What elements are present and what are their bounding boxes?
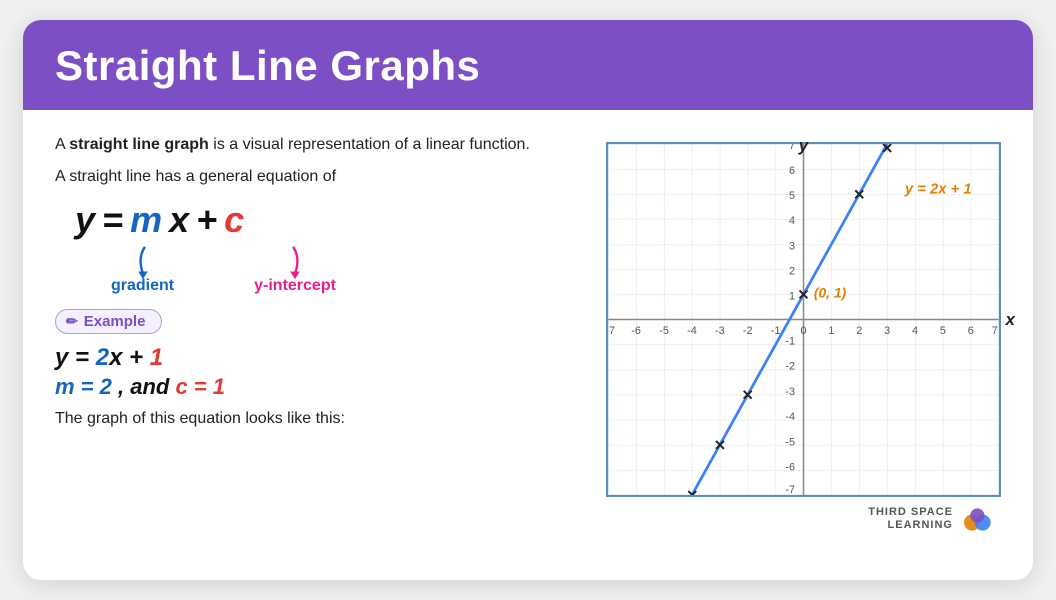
logo-row: THIRD SPACE LEARNING — [868, 503, 1001, 535]
svg-text:-5: -5 — [785, 437, 795, 449]
svg-text:1: 1 — [828, 325, 834, 337]
svg-text:5: 5 — [940, 325, 946, 337]
left-panel: A straight line graph is a visual repres… — [55, 132, 551, 428]
svg-text:-4: -4 — [687, 325, 697, 337]
eq-y: y — [75, 199, 96, 241]
general-equation: y = m x + c — [75, 199, 551, 241]
x-axis-label: x — [1006, 310, 1015, 330]
annotation-gradient: gradient — [111, 243, 174, 295]
detail-c: c = 1 — [175, 374, 225, 399]
svg-text:-6: -6 — [631, 325, 641, 337]
svg-text:1: 1 — [789, 290, 795, 302]
annotations-row: gradient y-intercept — [91, 243, 551, 295]
svg-text:-2: -2 — [785, 360, 795, 372]
content-area: A straight line graph is a visual repres… — [23, 110, 1033, 551]
svg-text:-1: -1 — [771, 325, 781, 337]
detail-m: m = 2 — [55, 374, 112, 399]
svg-text:7: 7 — [992, 325, 998, 337]
logo-icon — [961, 503, 999, 535]
right-panel: y — [571, 132, 1001, 535]
logo-text: THIRD SPACE LEARNING — [868, 506, 953, 532]
graph-equation-label: y = 2x + 1 — [904, 181, 972, 197]
header-section: Straight Line Graphs — [23, 20, 1033, 110]
svg-text:-3: -3 — [715, 325, 725, 337]
eq-c: c — [224, 199, 245, 241]
gradient-arrow-icon — [127, 243, 159, 281]
svg-text:-1: -1 — [785, 336, 795, 348]
svg-text:-4: -4 — [785, 411, 795, 423]
eq-equals: = — [102, 199, 124, 241]
svg-text:7: 7 — [789, 142, 795, 152]
ex-x: x — [109, 344, 122, 371]
svg-text:-5: -5 — [659, 325, 669, 337]
svg-text:-7: -7 — [606, 325, 615, 337]
coordinate-graph: 0 -1 -2 -3 -4 -5 -6 -7 1 2 3 4 5 6 7 — [606, 142, 1001, 497]
bottom-text: The graph of this equation looks like th… — [55, 410, 551, 428]
intro-line1: A straight line graph is a visual repres… — [55, 132, 551, 158]
svg-text:-3: -3 — [785, 386, 795, 398]
ex-m2: 2 — [96, 344, 109, 371]
general-eq-intro: A straight line has a general equation o… — [55, 164, 551, 190]
pencil-icon: ✏ — [66, 313, 78, 330]
detail-and: , and — [112, 374, 176, 399]
svg-text:4: 4 — [912, 325, 918, 337]
page-title: Straight Line Graphs — [55, 42, 1001, 90]
example-equation: y = 2x + 1 — [55, 344, 551, 372]
svg-text:-2: -2 — [743, 325, 753, 337]
y-axis-label: y — [799, 136, 808, 156]
svg-text:6: 6 — [968, 325, 974, 337]
svg-text:-6: -6 — [785, 461, 795, 473]
svg-text:3: 3 — [884, 325, 890, 337]
yintercept-label: y-intercept — [254, 277, 336, 295]
bold-term: straight line graph — [69, 136, 209, 153]
graph-wrapper: y — [606, 142, 1001, 497]
example-detail: m = 2 , and c = 1 — [55, 374, 551, 400]
svg-text:6: 6 — [789, 165, 795, 177]
eq-m: m — [130, 199, 163, 241]
gradient-label: gradient — [111, 277, 174, 295]
ex-c2: 1 — [150, 344, 163, 371]
svg-text:2: 2 — [856, 325, 862, 337]
intercept-label: (0, 1) — [814, 284, 847, 300]
ex-y: y — [55, 344, 68, 371]
eq-x: x — [169, 199, 190, 241]
svg-text:2: 2 — [789, 265, 795, 277]
example-badge: ✏ Example — [55, 309, 162, 334]
annotation-yintercept: y-intercept — [254, 243, 336, 295]
eq-plus: + — [196, 199, 218, 241]
main-card: Straight Line Graphs A straight line gra… — [23, 20, 1033, 580]
yintercept-arrow-icon — [279, 243, 311, 281]
svg-text:4: 4 — [789, 215, 795, 227]
svg-text:-7: -7 — [785, 484, 795, 496]
svg-text:0: 0 — [800, 325, 806, 337]
svg-text:5: 5 — [789, 190, 795, 202]
svg-text:3: 3 — [789, 240, 795, 252]
example-badge-label: Example — [84, 313, 146, 330]
